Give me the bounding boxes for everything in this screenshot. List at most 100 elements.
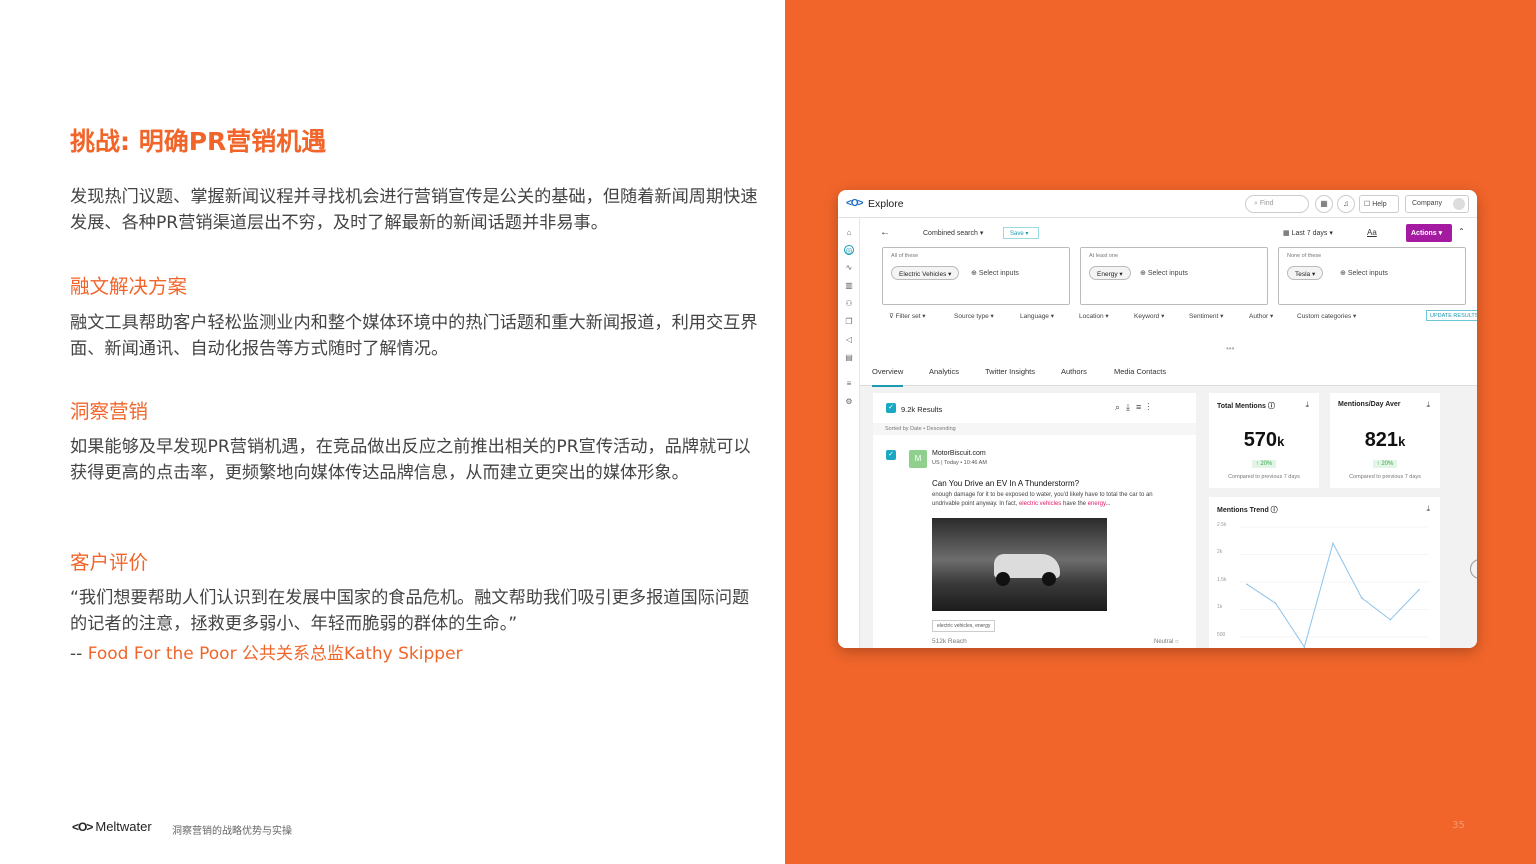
solution-heading: 融文解决方案	[70, 275, 188, 298]
language-dropdown[interactable]: Language ▾	[1020, 312, 1054, 320]
keyword-chip[interactable]: Electric Vehicles ▾	[891, 266, 960, 280]
app-title: Explore	[868, 198, 904, 210]
attribution-prefix: --	[70, 644, 88, 664]
logo-text: Meltwater	[95, 819, 152, 834]
sliders-icon[interactable]: ≡	[844, 379, 854, 389]
sentiment-dropdown[interactable]: Sentiment ▾	[1189, 312, 1223, 320]
snippet-text: have the	[1061, 501, 1088, 507]
snippet-highlight: energy	[1087, 501, 1106, 507]
source-type-dropdown[interactable]: Source type ▾	[954, 312, 994, 320]
copy-icon[interactable]: ❐	[844, 317, 854, 327]
help-label: Help	[1372, 201, 1387, 208]
keyword-dropdown[interactable]: Keyword ▾	[1134, 312, 1164, 320]
tab-overview[interactable]: Overview	[872, 367, 904, 387]
card-title: Mentions/Day Aver	[1338, 401, 1401, 408]
trend-point	[1303, 646, 1306, 648]
car-wheel	[1042, 572, 1056, 586]
settings-icon[interactable]: ⚙	[844, 397, 854, 407]
box-label: At least one	[1089, 253, 1119, 259]
select-label: Select inputs	[1147, 270, 1188, 277]
logo-mark-icon: <O>	[72, 819, 93, 834]
find-input[interactable]: ⌕ Find	[1245, 195, 1309, 213]
save-label: Save	[1010, 231, 1024, 237]
insight-paragraph: 如果能够及早发现PR营销机遇，在竞品做出反应之前推出相关的PR宣传活动，品牌就可…	[70, 437, 751, 483]
explore-icon[interactable]: ◎	[844, 245, 854, 255]
home-icon[interactable]: ⌂	[844, 228, 854, 238]
actions-label: Actions	[1411, 230, 1437, 237]
custom-categories-dropdown[interactable]: Custom categories ▾	[1297, 312, 1356, 320]
bar-chart-icon[interactable]: ▥	[844, 281, 854, 291]
help-button[interactable]: ☐ Help	[1359, 195, 1399, 213]
delta-badge: ↑ 20%	[1209, 452, 1319, 470]
results-count: 9.2k Results	[901, 405, 943, 414]
app-screenshot: <O> Explore ⌕ Find ▦ ♫ ☐ Help Company ⌂ …	[838, 190, 1477, 648]
font-size-button[interactable]: Aa	[1367, 228, 1377, 237]
avatar-icon	[1453, 198, 1465, 210]
score-ring[interactable]: 80	[1470, 559, 1477, 579]
all-of-these-box[interactable]: All of these Electric Vehicles ▾ ⊕ Selec…	[882, 247, 1070, 305]
none-of-these-box[interactable]: None of these Tesla ▾ ⊕ Select inputs	[1278, 247, 1466, 305]
metric-value: 821	[1364, 429, 1399, 451]
select-all-checkbox[interactable]: ✓	[886, 403, 896, 413]
save-button[interactable]: Save ▾	[1003, 227, 1039, 239]
app-topbar: <O> Explore ⌕ Find ▦ ♫ ☐ Help Company	[838, 190, 1477, 218]
slide-title: 挑战: 明确PR营销机遇	[70, 127, 327, 156]
bell-icon[interactable]: ♫	[1337, 195, 1355, 213]
update-results-button[interactable]: UPDATE RESULTS	[1426, 310, 1477, 321]
combined-search-label: Combined search	[923, 230, 978, 237]
delta-badge: ↑ 20%	[1330, 452, 1440, 470]
filter-label: Custom categories	[1297, 313, 1352, 320]
download-icon[interactable]: ⤓	[1305, 400, 1309, 410]
trend-point	[1389, 618, 1392, 621]
tab-authors[interactable]: Authors	[1061, 367, 1087, 376]
side-nav: ⌂ ◎ ∿ ▥ ⚇ ❐ ◁ ▤ ≡ ⚙	[838, 218, 860, 648]
date-range-dropdown[interactable]: ▦ Last 7 days ▾	[1283, 229, 1333, 237]
trend-point	[1360, 597, 1363, 599]
actions-button[interactable]: Actions ▾	[1406, 224, 1452, 242]
back-arrow-icon[interactable]: ←	[880, 227, 890, 238]
article-tags[interactable]: electric vehicles, energy	[932, 620, 996, 632]
intro-paragraph: 发现热门议题、掌握新闻议程并寻找机会进行营销宣传是公关的基础，但随着新闻周期快速…	[70, 187, 758, 233]
tab-media-contacts[interactable]: Media Contacts	[1114, 367, 1166, 376]
article-source[interactable]: MotorBiscuit.com	[932, 450, 986, 457]
select-inputs[interactable]: ⊕ Select inputs	[1340, 269, 1388, 277]
tab-bar: Overview Analytics Twitter Insights Auth…	[860, 356, 1477, 387]
metric-value: 570	[1243, 429, 1278, 451]
results-toolbar-icons[interactable]: ⌕⤓≡⋮	[1115, 402, 1156, 413]
select-inputs[interactable]: ⊕ Select inputs	[1140, 269, 1188, 277]
footer-text: 洞察营销的战略优势与实操	[172, 826, 292, 837]
grid-icon[interactable]: ▦	[1315, 195, 1333, 213]
at-least-one-box[interactable]: At least one Energy ▾ ⊕ Select inputs	[1080, 247, 1268, 305]
download-icon[interactable]: ⤓	[1426, 400, 1430, 410]
keyword-chip[interactable]: Tesla ▾	[1287, 266, 1324, 280]
trend-point	[1418, 588, 1420, 591]
location-dropdown[interactable]: Location ▾	[1079, 312, 1109, 320]
megaphone-icon[interactable]: ◁	[844, 335, 854, 345]
document-icon[interactable]: ▤	[844, 353, 854, 363]
article-headline[interactable]: Can You Drive an EV In A Thunderstorm?	[932, 479, 1079, 488]
people-icon[interactable]: ⚇	[844, 299, 854, 309]
company-button[interactable]: Company	[1405, 195, 1469, 213]
select-inputs[interactable]: ⊕ Select inputs	[971, 269, 1019, 277]
article-checkbox[interactable]: ✓	[886, 450, 896, 460]
tab-twitter-insights[interactable]: Twitter Insights	[985, 367, 1035, 376]
meltwater-logo: <O> Meltwater	[72, 819, 152, 834]
author-dropdown[interactable]: Author ▾	[1249, 312, 1273, 320]
select-label: Select inputs	[978, 270, 1019, 277]
trend-icon[interactable]: ∿	[844, 263, 854, 273]
tab-analytics[interactable]: Analytics	[929, 367, 959, 376]
sentiment-text: Neutral	[1154, 639, 1174, 645]
more-icon[interactable]: •••	[1226, 344, 1234, 353]
box-label: None of these	[1287, 253, 1322, 259]
filter-label: Location	[1079, 313, 1104, 320]
compare-text: Compared to previous 7 days	[1228, 474, 1300, 480]
attribution-name: Food For the Poor 公共关系总监Kathy Skipper	[87, 644, 463, 664]
combined-search-dropdown[interactable]: Combined search ▾	[923, 229, 983, 237]
trend-line-chart	[1239, 526, 1429, 648]
trend-point	[1332, 542, 1334, 545]
keyword-chip[interactable]: Energy ▾	[1089, 266, 1131, 280]
testimonial-attribution: -- Food For the Poor 公共关系总监Kathy Skipper	[70, 639, 463, 664]
mentions-per-day-card: Mentions/Day Aver ⤓ 821k ↑ 20% Compared …	[1330, 393, 1440, 488]
filter-set-dropdown[interactable]: ⊽ Filter set ▾	[889, 312, 926, 320]
collapse-icon[interactable]: ⌃	[1458, 227, 1465, 236]
